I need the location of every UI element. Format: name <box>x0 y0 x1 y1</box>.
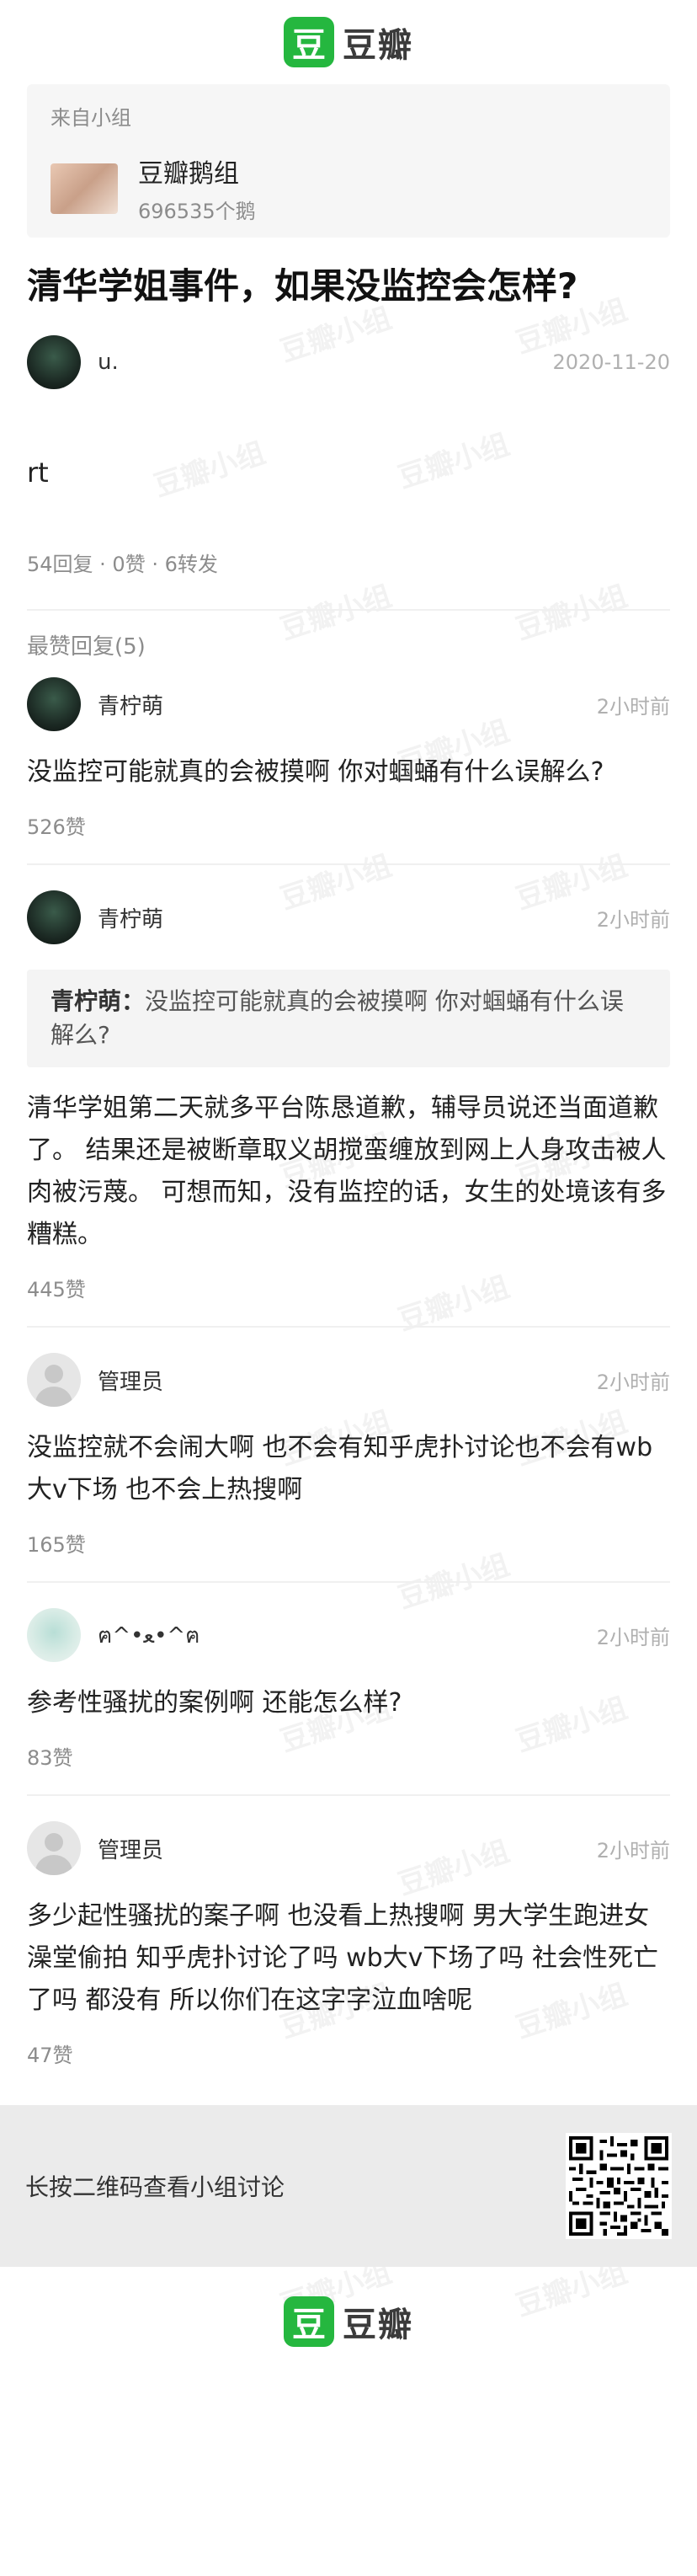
qr-code[interactable] <box>566 2133 672 2239</box>
quoted-author: 青柠萌： <box>51 987 146 1015</box>
douban-logo-icon: 豆 <box>284 2296 334 2347</box>
reply-likes: 47赞 <box>27 2044 73 2067</box>
reply-time: 2小时前 <box>596 1370 670 1394</box>
reply-likes: 83赞 <box>27 1746 73 1770</box>
quoted-reply: 青柠萌：没监控可能就真的会被摸啊 你对蝈蛹有什么误解么? <box>27 970 670 1067</box>
post-title: 清华学姐事件，如果没监控会怎样? <box>27 265 578 307</box>
avatar[interactable] <box>27 890 81 944</box>
reply-likes: 445赞 <box>27 1278 86 1301</box>
avatar[interactable] <box>27 335 81 389</box>
reply-text: 多少起性骚扰的案子啊 也没看上热搜啊 男大学生跑进女澡堂偷拍 知乎虎扑讨论了吗 … <box>27 1901 658 2015</box>
post-author-name[interactable]: u. <box>98 350 553 375</box>
reply-time: 2小时前 <box>596 1625 670 1649</box>
reply-text: 参考性骚扰的案例啊 还能怎么样? <box>27 1688 402 1718</box>
reply-likes: 526赞 <box>27 815 86 839</box>
reply-item: 管理员 2小时前 多少起性骚扰的案子啊 也没看上热搜啊 男大学生跑进女澡堂偷拍 … <box>27 1796 670 2068</box>
reply-item: ฅ^•ﻌ•^ฅ 2小时前 参考性骚扰的案例啊 还能怎么样? 83赞 <box>27 1583 670 1796</box>
qr-hint: 长按二维码查看小组讨论 <box>25 2173 285 2201</box>
post-body: rt <box>27 457 49 489</box>
reply-text: 没监控就不会闹大啊 也不会有知乎虎扑讨论也不会有wb大v下场 也不会上热搜啊 <box>27 1433 653 1504</box>
reply-time: 2小时前 <box>596 1838 670 1863</box>
reply-time: 2小时前 <box>596 907 670 932</box>
avatar[interactable] <box>27 1608 81 1662</box>
douban-logo-icon: 豆 <box>284 17 334 67</box>
reply-text: 没监控可能就真的会被摸啊 你对蝈蛹有什么误解么? <box>27 757 604 787</box>
top-replies-label: 最赞回复(5) <box>27 634 146 660</box>
reply-time: 2小时前 <box>596 694 670 719</box>
reply-item: 青柠萌 2小时前 青柠萌：没监控可能就真的会被摸啊 你对蝈蛹有什么误解么? 清华… <box>27 865 670 1328</box>
qr-footer: 长按二维码查看小组讨论 <box>0 2105 697 2267</box>
avatar[interactable] <box>27 1821 81 1875</box>
reply-likes: 165赞 <box>27 1533 86 1557</box>
douban-logo[interactable]: 豆 豆瓣 <box>284 2296 413 2347</box>
post-stats: 54回复 · 0赞 · 6转发 <box>27 553 218 576</box>
group-card[interactable]: 来自小组 豆瓣鹅组 696535个鹅 <box>27 84 670 238</box>
group-name[interactable]: 豆瓣鹅组 <box>138 152 256 190</box>
reply-author-name[interactable]: 青柠萌 <box>98 902 597 933</box>
post-date: 2020-11-20 <box>552 350 670 374</box>
reply-item: 管理员 2小时前 没监控就不会闹大啊 也不会有知乎虎扑讨论也不会有wb大v下场 … <box>27 1328 670 1583</box>
douban-logo-text: 豆瓣 <box>343 2306 413 2344</box>
douban-logo-text: 豆瓣 <box>343 26 413 65</box>
reply-author-name[interactable]: 管理员 <box>98 1365 597 1396</box>
from-group-label: 来自小组 <box>51 106 131 130</box>
reply-author-name[interactable]: 青柠萌 <box>98 689 597 720</box>
reply-author-name[interactable]: 管理员 <box>98 1833 597 1864</box>
divider <box>27 609 670 611</box>
reply-item: 青柠萌 2小时前 没监控可能就真的会被摸啊 你对蝈蛹有什么误解么? 526赞 <box>27 660 670 865</box>
avatar[interactable] <box>27 677 81 731</box>
bottom-logo-bar: 豆 豆瓣 <box>0 2267 697 2376</box>
avatar[interactable] <box>27 1353 81 1407</box>
post-author-row: u. 2020-11-20 <box>27 335 670 389</box>
group-avatar <box>51 163 118 214</box>
reply-text: 清华学姐第二天就多平台陈恳道歉，辅导员说还当面道歉了。 结果还是被断章取义胡搅蛮… <box>27 1093 667 1249</box>
group-member-count: 696535个鹅 <box>138 200 256 223</box>
post: 清华学姐事件，如果没监控会怎样? u. 2020-11-20 rt 54回复 ·… <box>0 261 697 2068</box>
douban-logo[interactable]: 豆 豆瓣 <box>284 17 413 67</box>
top-bar: 豆 豆瓣 <box>0 0 697 84</box>
reply-author-name[interactable]: ฅ^•ﻌ•^ฅ <box>98 1618 597 1653</box>
